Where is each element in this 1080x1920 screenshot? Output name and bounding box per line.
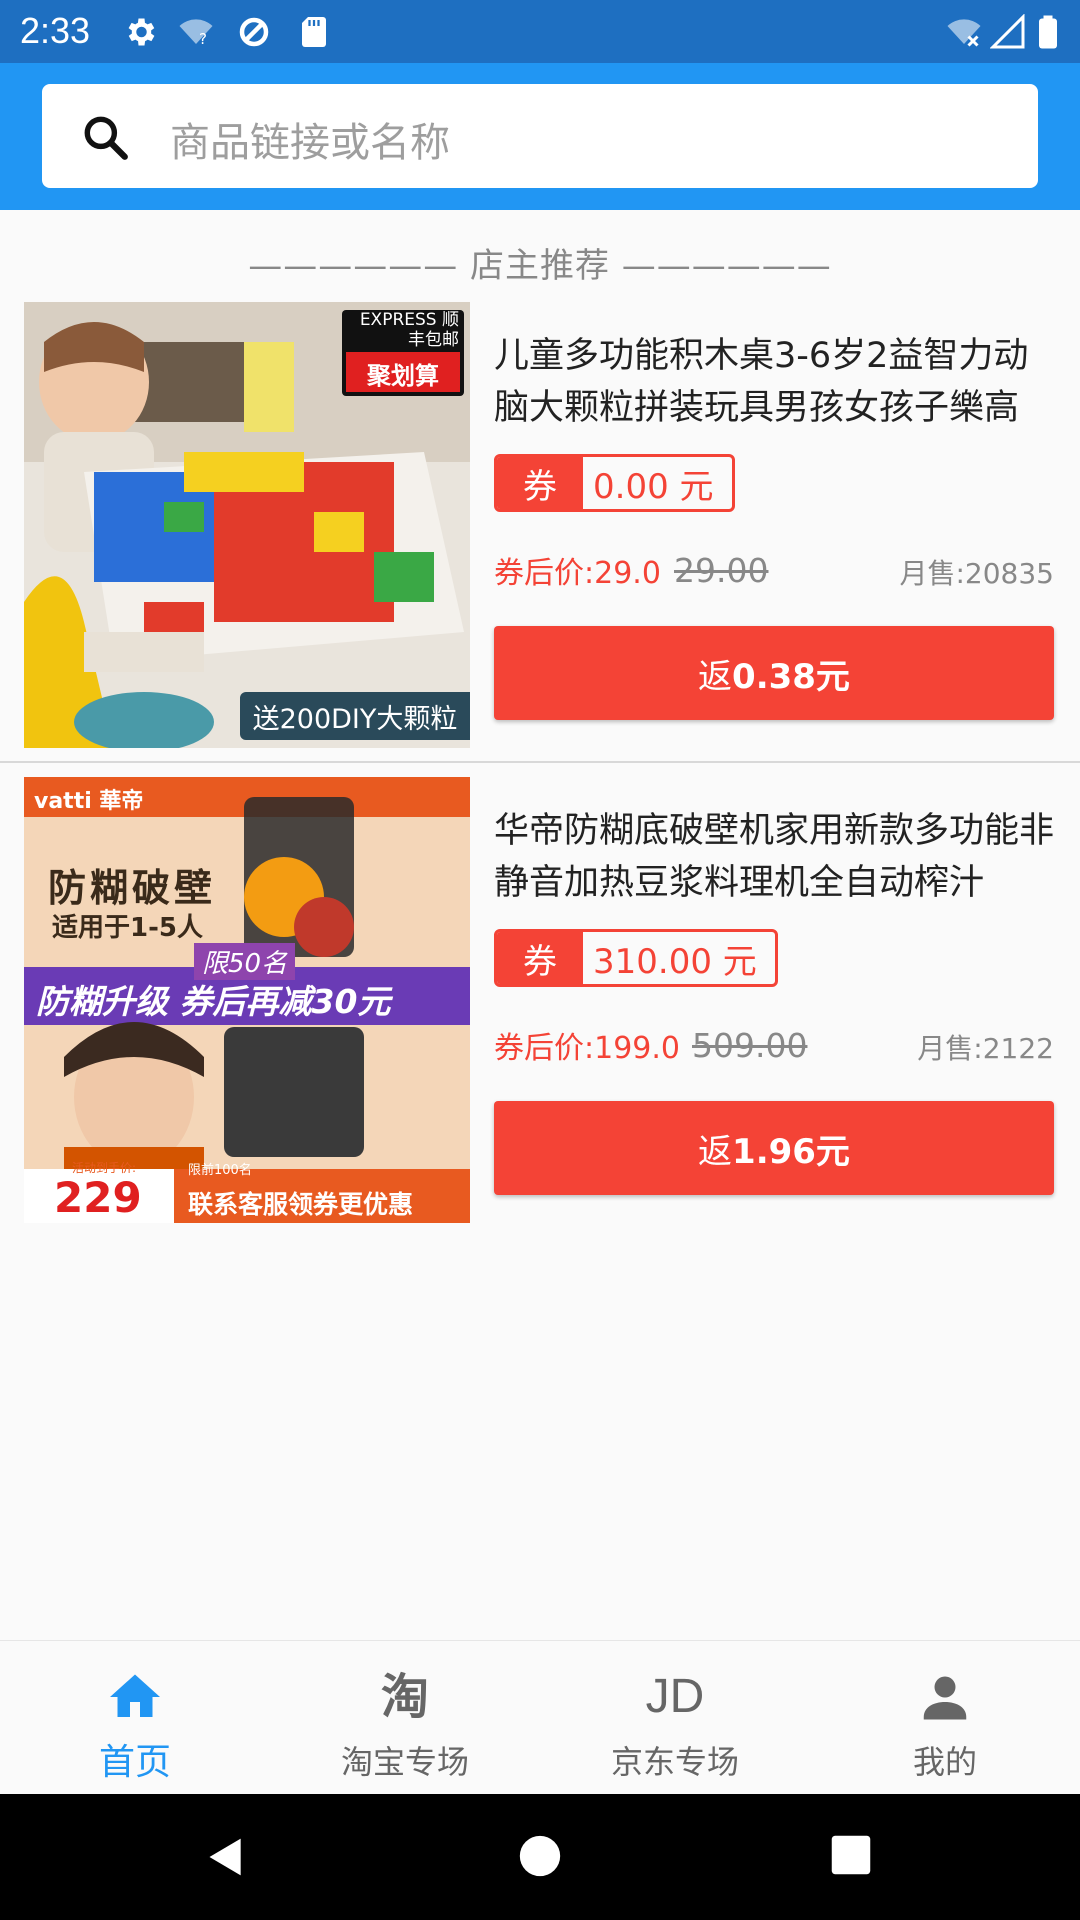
monthly-sales: 月售:20835 bbox=[899, 557, 1054, 590]
search-placeholder: 商品链接或名称 bbox=[170, 120, 450, 166]
jd-icon: JD bbox=[645, 1670, 705, 1723]
taobao-icon: 淘 bbox=[380, 1669, 429, 1725]
app-bar: 商品链接或名称 bbox=[0, 63, 1080, 210]
monthly-sales: 月售:2122 bbox=[917, 1032, 1054, 1065]
jhs-badge: 聚划算 bbox=[367, 362, 439, 390]
rebate-prefix: 返 bbox=[698, 656, 733, 697]
nav-home[interactable]: 首页 bbox=[0, 1641, 270, 1795]
system-nav-bar bbox=[0, 1794, 1080, 1920]
nav-mine-label: 我的 bbox=[912, 1743, 977, 1781]
signal-icon bbox=[990, 14, 1025, 49]
person-icon bbox=[923, 1676, 967, 1720]
wifi-question-icon: ? bbox=[179, 19, 213, 48]
image-limit-small: 限前100名 bbox=[188, 1163, 252, 1178]
divider bbox=[0, 761, 1080, 763]
original-price: 509.00 bbox=[692, 1026, 808, 1065]
status-bar: 2:33 ? bbox=[0, 0, 1080, 63]
product-title[interactable]: 儿童多功能积木桌3-6岁2益智力动脑大颗粒拼装玩具男孩女孩子樂高 bbox=[494, 330, 1054, 434]
product-item[interactable]: EXPRESS 顺丰包邮 聚划算 送200DIY大颗粒 儿童多功能积木桌3-6岁… bbox=[0, 302, 1080, 772]
brand-logo: vatti 華帝 bbox=[34, 789, 144, 814]
image-price: 229 bbox=[54, 1173, 142, 1222]
battery-icon bbox=[1039, 15, 1057, 49]
product-image[interactable]: EXPRESS 顺丰包邮 聚划算 送200DIY大颗粒 bbox=[24, 302, 470, 748]
image-subline: 适用于1-5人 bbox=[52, 913, 203, 943]
svg-text:?: ? bbox=[199, 30, 207, 48]
home-icon bbox=[110, 1674, 160, 1717]
coupon-tag: 券 bbox=[497, 457, 583, 509]
nav-jd-label: 京东专场 bbox=[610, 1743, 739, 1781]
product-title[interactable]: 华帝防糊底破壁机家用新款多功能非静音加热豆浆料理机全自动榨汁 bbox=[494, 805, 1054, 909]
product-image[interactable]: vatti 華帝 防糊破壁 适用于1-5人 限50名 防糊升级 券后再减30元 … bbox=[24, 777, 470, 1223]
after-coupon-price: 券后价:29.0 bbox=[494, 556, 661, 591]
settings-icon bbox=[128, 18, 155, 46]
section-title: —————— 店主推荐 —————— bbox=[248, 246, 832, 286]
image-footer: 联系客服领券更优惠 bbox=[188, 1190, 414, 1219]
rebate-value: 1.96元 bbox=[732, 1131, 850, 1172]
image-caption: 送200DIY大颗粒 bbox=[240, 692, 470, 740]
wifi-off-icon bbox=[947, 19, 981, 47]
rebate-value: 0.38元 bbox=[732, 656, 850, 697]
data-saver-icon bbox=[239, 17, 269, 47]
nav-mine[interactable]: 我的 bbox=[810, 1641, 1080, 1795]
rebate-button[interactable]: 返 1.96元 bbox=[494, 1101, 1054, 1195]
rebate-button[interactable]: 返 0.38元 bbox=[494, 626, 1054, 720]
after-coupon-price: 券后价:199.0 bbox=[494, 1031, 680, 1066]
coupon-amount: 310.00 元 bbox=[593, 941, 757, 982]
sd-card-icon bbox=[302, 17, 326, 47]
product-item[interactable]: vatti 華帝 防糊破壁 适用于1-5人 限50名 防糊升级 券后再减30元 … bbox=[0, 777, 1080, 1247]
status-time: 2:33 bbox=[20, 10, 91, 51]
coupon-amount: 0.00 元 bbox=[593, 466, 714, 507]
rebate-prefix: 返 bbox=[698, 1131, 733, 1172]
image-headline: 防糊破壁 bbox=[48, 866, 217, 910]
home-button-icon[interactable] bbox=[518, 1834, 562, 1878]
coupon-badge: 券 0.00 元 bbox=[494, 454, 735, 512]
nav-taobao[interactable]: 淘 淘宝专场 bbox=[270, 1641, 540, 1795]
price-row: 券后价:199.0 509.00 月售:2122 bbox=[494, 1017, 1054, 1067]
nav-home-label: 首页 bbox=[98, 1742, 171, 1783]
price-row: 券后价:29.0 29.00 月售:20835 bbox=[494, 542, 1054, 592]
search-input[interactable]: 商品链接或名称 bbox=[42, 84, 1038, 188]
coupon-badge: 券 310.00 元 bbox=[494, 929, 778, 987]
recents-icon[interactable] bbox=[830, 1834, 872, 1876]
bottom-nav: 首页 淘 淘宝专场 JD 京东专场 我的 bbox=[0, 1640, 1080, 1794]
back-icon[interactable] bbox=[204, 1834, 248, 1880]
express-badge: EXPRESS 顺丰包邮 bbox=[359, 310, 459, 350]
search-icon bbox=[84, 116, 128, 160]
coupon-tag: 券 bbox=[497, 932, 583, 984]
original-price: 29.00 bbox=[674, 551, 769, 590]
nav-jd[interactable]: JD 京东专场 bbox=[540, 1641, 810, 1795]
nav-taobao-label: 淘宝专场 bbox=[340, 1743, 469, 1781]
image-banner: 防糊升级 券后再减30元 bbox=[36, 982, 391, 1021]
